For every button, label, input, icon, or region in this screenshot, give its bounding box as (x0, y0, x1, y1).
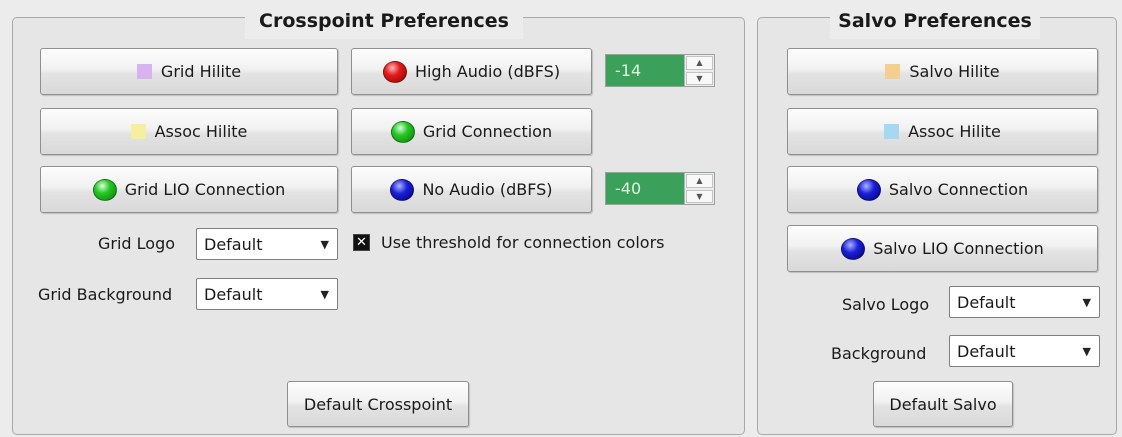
default-crosspoint-label: Default Crosspoint (303, 394, 453, 414)
salvo-hilite-swatch (885, 64, 901, 79)
assoc-hilite-swatch (130, 124, 146, 139)
salvo-logo-select[interactable]: Default ▼ (949, 286, 1100, 318)
salvo-preferences-title: Salvo Preferences (830, 3, 1040, 39)
grid-lio-connection-button[interactable]: Grid LIO Connection (40, 166, 338, 213)
grid-background-label: Grid Background (38, 285, 173, 304)
default-salvo-label: Default Salvo (889, 394, 997, 414)
grid-logo-label: Grid Logo (98, 234, 176, 253)
spin-down-icon[interactable]: ▼ (686, 71, 713, 85)
blue-led-icon (390, 178, 415, 201)
default-crosspoint-button[interactable]: Default Crosspoint (287, 381, 469, 427)
background-value: Default (957, 341, 1016, 361)
grid-connection-label: Grid Connection (422, 122, 553, 141)
salvo-logo-label: Salvo Logo (842, 295, 930, 314)
salvo-hilite-label: Salvo Hilite (909, 62, 1000, 81)
grid-lio-connection-label: Grid LIO Connection (124, 180, 286, 199)
no-audio-label: No Audio (dBFS) (422, 180, 553, 199)
salvo-connection-label: Salvo Connection (888, 180, 1029, 199)
grid-logo-value: Default (204, 234, 263, 254)
grid-background-select[interactable]: Default ▼ (196, 278, 338, 310)
salvo-assoc-hilite-button[interactable]: Assoc Hilite (787, 108, 1098, 155)
salvo-connection-button[interactable]: Salvo Connection (787, 166, 1098, 213)
blue-led-icon (841, 237, 866, 260)
high-audio-spin-arrows[interactable]: ▲ ▼ (684, 55, 714, 86)
no-audio-spin-arrows[interactable]: ▲ ▼ (684, 173, 714, 204)
threshold-checkbox[interactable]: ✕ (353, 234, 370, 251)
green-led-icon (92, 178, 117, 201)
salvo-lio-connection-button[interactable]: Salvo LIO Connection (787, 225, 1098, 272)
salvo-logo-value: Default (957, 292, 1016, 312)
salvo-hilite-button[interactable]: Salvo Hilite (787, 48, 1098, 95)
grid-hilite-label: Grid Hilite (160, 62, 242, 81)
blue-led-icon (856, 178, 881, 201)
salvo-assoc-swatch (884, 124, 900, 139)
grid-hilite-swatch (136, 64, 152, 79)
dropdown-arrow-icon: ▼ (1082, 344, 1091, 358)
high-audio-button[interactable]: High Audio (dBFS) (351, 48, 592, 95)
background-label: Background (831, 344, 927, 363)
spin-up-icon[interactable]: ▲ (686, 174, 713, 188)
default-salvo-button[interactable]: Default Salvo (873, 381, 1013, 427)
high-audio-label: High Audio (dBFS) (414, 62, 561, 81)
grid-connection-button[interactable]: Grid Connection (351, 108, 592, 155)
grid-hilite-button[interactable]: Grid Hilite (40, 48, 338, 95)
high-audio-spinbox[interactable]: -14 ▲ ▼ (605, 54, 715, 87)
assoc-hilite-label: Assoc Hilite (154, 122, 248, 141)
no-audio-button[interactable]: No Audio (dBFS) (351, 166, 592, 213)
no-audio-value[interactable]: -40 (606, 173, 684, 204)
high-audio-value[interactable]: -14 (606, 55, 684, 86)
grid-logo-select[interactable]: Default ▼ (196, 228, 338, 260)
assoc-hilite-button[interactable]: Assoc Hilite (40, 108, 338, 155)
threshold-label: Use threshold for connection colors (381, 233, 665, 252)
crosspoint-preferences-title: Crosspoint Preferences (245, 3, 523, 39)
spin-down-icon[interactable]: ▼ (686, 189, 713, 203)
dropdown-arrow-icon: ▼ (1082, 295, 1091, 309)
spin-up-icon[interactable]: ▲ (686, 56, 713, 70)
no-audio-spinbox[interactable]: -40 ▲ ▼ (605, 172, 715, 205)
salvo-assoc-hilite-label: Assoc Hilite (908, 122, 1001, 141)
red-led-icon (382, 60, 407, 83)
dropdown-arrow-icon: ▼ (320, 237, 329, 251)
dropdown-arrow-icon: ▼ (320, 287, 329, 301)
grid-background-value: Default (204, 284, 263, 304)
salvo-lio-connection-label: Salvo LIO Connection (873, 239, 1044, 258)
background-select[interactable]: Default ▼ (949, 335, 1100, 367)
green-led-icon (390, 120, 415, 143)
